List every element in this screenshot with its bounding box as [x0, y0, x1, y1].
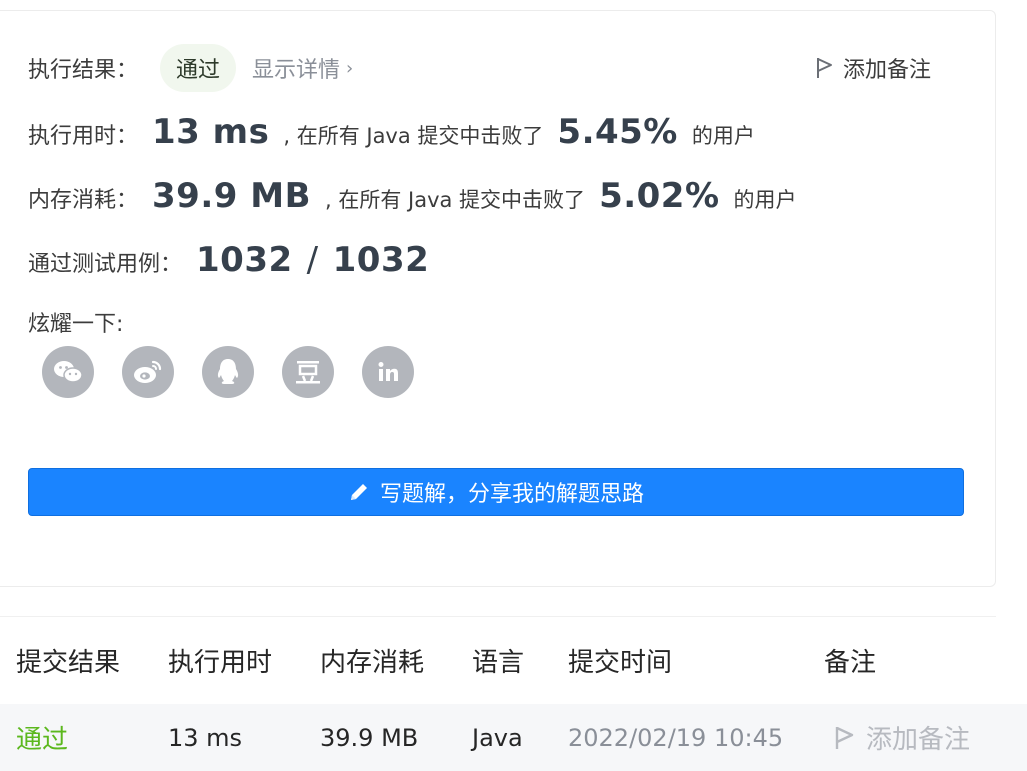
memory-percent: 5.02%: [599, 176, 720, 216]
weibo-icon: [134, 360, 162, 383]
add-note-label: 添加备注: [843, 58, 932, 83]
linkedin-icon: [378, 362, 398, 381]
result-label: 执行结果：: [28, 58, 139, 83]
flag-icon: [835, 726, 854, 749]
runtime-percent: 5.45%: [557, 112, 678, 152]
memory-row: 内存消耗： 39.9 MB , 在所有 Java 提交中击败了 5.02% 的用…: [28, 176, 797, 216]
share-row-label: 炫耀一下:: [28, 306, 123, 338]
memory-suffix: 的用户: [733, 188, 797, 212]
qq-icon: [217, 359, 239, 384]
pencil-icon: [350, 484, 367, 500]
runtime-suffix: 的用户: [691, 124, 755, 148]
add-note-button[interactable]: 添加备注: [815, 52, 931, 84]
runtime-row: 执行用时： 13 ms , 在所有 Java 提交中击败了 5.45% 的用户: [28, 112, 755, 152]
share-label: 炫耀一下:: [28, 312, 124, 337]
row-runtime: 13 ms: [168, 723, 243, 752]
header-submit-time: 提交时间: [568, 648, 673, 678]
share-linkedin-button[interactable]: [362, 346, 414, 398]
share-qq-button[interactable]: [202, 346, 254, 398]
runtime-value: 13 ms: [152, 112, 270, 152]
write-solution-button[interactable]: 写题解，分享我的解题思路: [28, 468, 964, 516]
tests-separator: /: [306, 240, 319, 280]
status-badge: 通过: [160, 44, 237, 92]
tests-row: 通过测试用例： 1032 / 1032: [28, 240, 429, 280]
row-language: Java: [472, 723, 523, 752]
header-note: 备注: [824, 648, 877, 678]
table-row[interactable]: 通过 13 ms 39.9 MB Java 2022/02/19 10:45 添…: [0, 704, 1027, 771]
header-memory: 内存消耗: [320, 648, 425, 678]
submissions-table-header: 提交结果 执行用时 内存消耗 语言 提交时间 备注: [0, 616, 996, 704]
header-runtime: 执行用时: [168, 648, 273, 678]
share-douban-button[interactable]: [282, 346, 334, 398]
header-language: 语言: [472, 648, 525, 678]
show-details-label: 显示详情: [252, 58, 341, 83]
header-status: 提交结果: [16, 648, 121, 678]
memory-mid-text: , 在所有 Java 提交中击败了: [325, 188, 586, 212]
share-weibo-button[interactable]: [122, 346, 174, 398]
row-add-note-button[interactable]: 添加备注: [834, 719, 970, 756]
row-submit-time: 2022/02/19 10:45: [568, 723, 784, 752]
runtime-mid-text: , 在所有 Java 提交中击败了: [283, 124, 544, 148]
douban-icon: [296, 361, 320, 384]
write-solution-label: 写题解，分享我的解题思路: [379, 482, 644, 507]
tests-label: 通过测试用例：: [28, 252, 183, 277]
chevron-right-icon: ›: [346, 57, 354, 79]
runtime-label: 执行用时：: [28, 124, 139, 149]
show-details-link[interactable]: 显示详情 ›: [252, 52, 353, 84]
memory-label: 内存消耗：: [28, 188, 139, 213]
row-memory: 39.9 MB: [320, 723, 419, 752]
row-add-note-label: 添加备注: [866, 725, 971, 755]
memory-value: 39.9 MB: [152, 176, 311, 216]
tests-total: 1032: [332, 240, 430, 280]
row-status-link[interactable]: 通过: [16, 719, 68, 756]
result-row: 执行结果： 通过 显示详情 ›: [28, 44, 353, 92]
tests-passed: 1032: [196, 240, 293, 280]
share-wechat-button[interactable]: [42, 346, 94, 398]
flag-icon: [817, 58, 832, 78]
wechat-icon: [54, 361, 83, 383]
share-buttons: [42, 346, 442, 398]
